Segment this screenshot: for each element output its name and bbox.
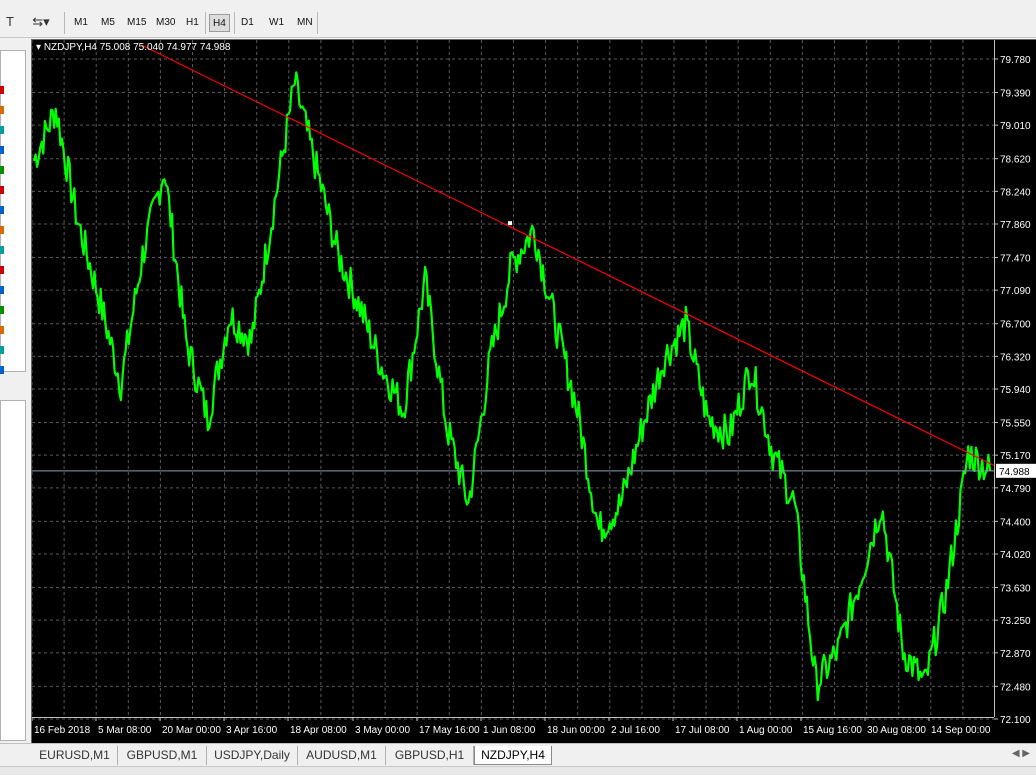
market-watch-symbol-marker — [0, 346, 4, 354]
top-toolbar-strip — [0, 0, 1036, 8]
chart-menu-icon[interactable]: ▾ — [36, 42, 44, 53]
price-tick-label: 72.480 — [1000, 682, 1031, 693]
time-tick-label: 17 May 16:00 — [419, 725, 480, 736]
status-bar — [0, 766, 1036, 775]
chart-background — [32, 40, 1036, 744]
market-watch-symbol-marker — [0, 366, 4, 374]
toolbar-separator — [205, 12, 206, 34]
tab-eurusd-m1[interactable]: EURUSD,M1 — [32, 746, 118, 765]
price-tick-label: 72.100 — [1000, 715, 1031, 726]
trendline-anchor-point — [508, 221, 512, 226]
market-watch-symbol-marker — [0, 146, 4, 154]
timeframe-w1-button[interactable]: W1 — [266, 14, 287, 32]
timeframe-h1-button[interactable]: H1 — [183, 14, 202, 32]
market-watch-symbol-marker — [0, 306, 4, 314]
market-watch-symbol-marker — [0, 186, 4, 194]
chart-tabs: EURUSD,M1 GBPUSD,M1 USDJPY,Daily AUDUSD,M1 G… — [0, 743, 1036, 766]
price-tick-label: 77.090 — [1000, 286, 1031, 297]
price-tick-label: 79.390 — [1000, 89, 1031, 100]
time-tick-label: 17 Jul 08:00 — [675, 725, 730, 736]
chart-toolbar: T ⇆▾ M1 M5 M15 M30 H1 H4 D1 W1 MN — [0, 8, 1036, 38]
market-watch-symbol-marker — [0, 126, 4, 134]
price-tick-label: 73.630 — [1000, 584, 1031, 595]
time-tick-label: 3 Apr 16:00 — [226, 725, 278, 736]
text-tool-icon[interactable]: T — [2, 14, 18, 30]
toolbar-separator — [234, 12, 235, 34]
price-tick-label: 79.780 — [1000, 55, 1031, 66]
time-tick-label: 15 Aug 16:00 — [803, 725, 862, 736]
price-tick-label: 74.020 — [1000, 550, 1031, 561]
time-tick-label: 3 May 00:00 — [355, 725, 410, 736]
timeframe-m5-button[interactable]: M5 — [98, 14, 118, 32]
time-tick-label: 5 Mar 08:00 — [98, 725, 152, 736]
toolbar-separator — [317, 12, 318, 34]
market-watch-symbol-marker — [0, 286, 4, 294]
navigator-pane[interactable] — [0, 400, 26, 741]
price-tick-label: 76.700 — [1000, 320, 1031, 331]
price-tick-label: 78.240 — [1000, 187, 1031, 198]
price-tick-label: 76.320 — [1000, 352, 1031, 363]
price-tick-label: 74.400 — [1000, 517, 1031, 528]
timeframe-mn-button[interactable]: MN — [294, 14, 316, 32]
time-tick-label: 18 Apr 08:00 — [290, 725, 347, 736]
price-tick-label: 73.250 — [1000, 616, 1031, 627]
market-watch-symbol-marker — [0, 86, 4, 94]
market-watch-symbol-marker — [0, 266, 4, 274]
tab-scroll-arrows-icon[interactable]: ◀ ▶ — [1012, 748, 1030, 759]
timeframe-m15-button[interactable]: M15 — [124, 14, 149, 32]
price-tick-label: 75.940 — [1000, 385, 1031, 396]
time-tick-label: 2 Jul 16:00 — [611, 725, 660, 736]
market-watch-symbol-marker — [0, 326, 4, 334]
time-tick-label: 18 Jun 00:00 — [547, 725, 605, 736]
tab-nzdjpy-h4[interactable]: NZDJPY,H4 — [474, 746, 552, 765]
price-tick-label: 75.550 — [1000, 419, 1031, 430]
time-tick-label: 14 Sep 00:00 — [931, 725, 991, 736]
tab-audusd-m1[interactable]: AUDUSD,M1 — [298, 746, 386, 765]
arrows-tool-icon[interactable]: ⇆▾ — [30, 14, 52, 30]
timeframe-h4-button[interactable]: H4 — [209, 14, 230, 32]
tab-usdjpy-daily[interactable]: USDJPY,Daily — [207, 746, 298, 765]
time-tick-label: 30 Aug 08:00 — [867, 725, 926, 736]
current-price-label: 74.988 — [999, 467, 1030, 478]
tab-gbpusd-m1[interactable]: GBPUSD,M1 — [118, 746, 207, 765]
price-tick-label: 72.870 — [1000, 649, 1031, 660]
left-panel — [0, 38, 28, 743]
price-tick-label: 78.620 — [1000, 155, 1031, 166]
price-chart[interactable]: 79.780 79.390 79.010 78.620 78.240 77.860 77.4… — [31, 39, 1036, 744]
timeframe-m30-button[interactable]: M30 — [153, 14, 178, 32]
price-tick-label: 77.470 — [1000, 254, 1031, 265]
time-tick-label: 1 Jun 08:00 — [483, 725, 536, 736]
market-watch-symbol-marker — [0, 106, 4, 114]
market-watch-symbol-marker — [0, 206, 4, 214]
chart-canvas[interactable]: 79.780 79.390 79.010 78.620 78.240 77.860 77.4… — [32, 40, 1036, 744]
time-tick-label: 20 Mar 00:00 — [162, 725, 221, 736]
price-tick-label: 75.170 — [1000, 451, 1031, 462]
price-tick-label: 79.010 — [1000, 121, 1031, 132]
tab-gbpusd-h1[interactable]: GBPUSD,H1 — [386, 746, 474, 765]
price-tick-label: 74.790 — [1000, 484, 1031, 495]
chart-header: ▾ NZDJPY,H4 75.008 75.040 74.977 74.988 — [36, 42, 230, 53]
time-tick-label: 16 Feb 2018 — [34, 725, 91, 736]
price-tick-label: 77.860 — [1000, 220, 1031, 231]
time-tick-label: 1 Aug 00:00 — [739, 725, 793, 736]
market-watch-symbol-marker — [0, 166, 4, 174]
timeframe-d1-button[interactable]: D1 — [238, 14, 257, 32]
chart-header-text: NZDJPY,H4 75.008 75.040 74.977 74.988 — [43, 42, 231, 53]
timeframe-m1-button[interactable]: M1 — [71, 14, 91, 32]
market-watch-symbol-marker — [0, 246, 4, 254]
toolbar-separator — [64, 12, 65, 34]
market-watch-symbol-marker — [0, 226, 4, 234]
